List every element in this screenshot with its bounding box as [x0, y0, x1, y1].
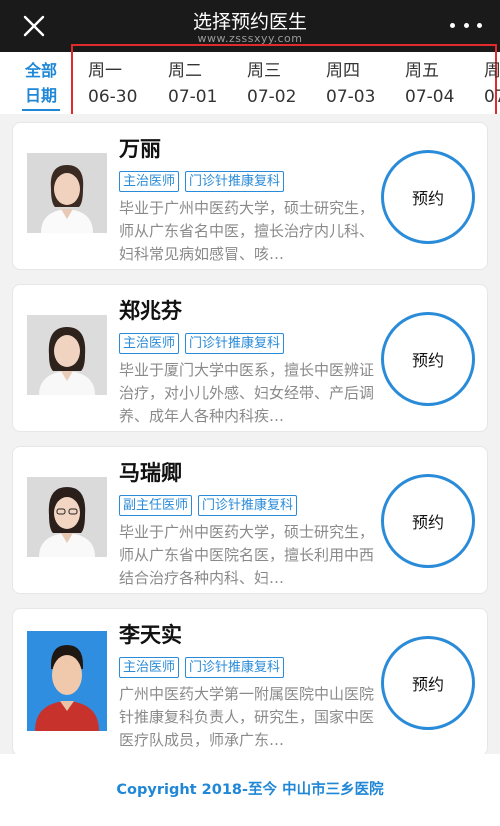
doctor-intro: 毕业于厦门大学中医系，擅长中医辨证治疗，对小儿外感、妇女经带、产后调养、成年人各… [119, 361, 375, 425]
date-tab-3[interactable]: 周四 07-03 [326, 58, 396, 110]
book-button[interactable]: 预约 [381, 312, 475, 406]
date-weekday: 周一 [88, 61, 122, 81]
title-badge: 主治医师 [119, 657, 180, 678]
doctor-tags: 主治医师 门诊针推康复科 [119, 171, 285, 192]
book-button[interactable]: 预约 [381, 636, 475, 730]
date-tab-1[interactable]: 周二 07-01 [168, 58, 238, 110]
book-button[interactable]: 预约 [381, 474, 475, 568]
doctor-photo [27, 477, 107, 557]
date-tab-2[interactable]: 周三 07-02 [247, 58, 317, 110]
doctor-intro: 广州中医药大学第一附属医院中山医院针推康复科负责人，研究生，国家中医医疗队成员，… [119, 685, 375, 749]
book-button[interactable]: 预约 [381, 150, 475, 244]
date-weekday: 周四 [326, 61, 360, 81]
date-value: 07-02 [247, 87, 297, 107]
doctor-photo [27, 153, 107, 233]
all-dates-label-1: 全部 [24, 61, 57, 80]
doctor-name: 李天实 [119, 623, 182, 647]
date-value: 06-30 [88, 87, 138, 107]
date-weekday: 周二 [168, 61, 202, 81]
title-badge: 主治医师 [119, 171, 180, 192]
dept-badge: 门诊针推康复科 [185, 657, 285, 678]
title-badge: 副主任医师 [119, 495, 193, 516]
tab-all-dates[interactable]: 全部 日期 [18, 58, 64, 111]
date-weekday: 周五 [405, 61, 439, 81]
doctor-list: 万丽 主治医师 门诊针推康复科 毕业于广州中医药大学，硕士研究生，师从广东省名中… [0, 114, 500, 754]
doctor-photo [27, 315, 107, 395]
date-value: 07-01 [168, 87, 218, 107]
doctor-card[interactable]: 万丽 主治医师 门诊针推康复科 毕业于广州中医药大学，硕士研究生，师从广东省名中… [12, 122, 488, 270]
doctor-card[interactable]: 郑兆芬 主治医师 门诊针推康复科 毕业于厦门大学中医系，擅长中医辨证治疗，对小儿… [12, 284, 488, 432]
dept-badge: 门诊针推康复科 [185, 333, 285, 354]
doctor-intro: 毕业于广州中医药大学，硕士研究生，师从广东省中医院名医，擅长利用中西结合治疗各种… [119, 523, 375, 587]
doctor-name: 郑兆芬 [119, 299, 182, 323]
date-value: 07 [484, 87, 500, 107]
date-weekday: 周 [484, 61, 500, 81]
title-badge: 主治医师 [119, 333, 180, 354]
copyright-text: Copyright 2018-至今 中山市三乡医院 [116, 782, 384, 798]
date-value: 07-03 [326, 87, 376, 107]
date-weekday: 周三 [247, 61, 281, 81]
dept-badge: 门诊针推康复科 [185, 171, 285, 192]
date-tab-4[interactable]: 周五 07-04 [405, 58, 475, 110]
doctor-card[interactable]: 李天实 主治医师 门诊针推康复科 广州中医药大学第一附属医院中山医院针推康复科负… [12, 608, 488, 754]
doctor-intro: 毕业于广州中医药大学，硕士研究生，师从广东省名中医，擅长治疗内儿科、妇科常见病如… [119, 199, 375, 263]
doctor-tags: 副主任医师 门诊针推康复科 [119, 495, 298, 516]
active-tab-underline [22, 109, 60, 111]
more-icon[interactable] [450, 14, 482, 36]
date-tab-0[interactable]: 周一 06-30 [88, 58, 158, 110]
doctor-name: 万丽 [119, 137, 161, 161]
all-dates-label-2: 日期 [24, 86, 57, 105]
date-tab-5[interactable]: 周 07 [484, 58, 500, 110]
footer: Copyright 2018-至今 中山市三乡医院 [0, 754, 500, 826]
doctor-tags: 主治医师 门诊针推康复科 [119, 333, 285, 354]
page-title: 选择预约医生 [192, 11, 307, 33]
doctor-name: 马瑞卿 [119, 461, 182, 485]
doctor-card[interactable]: 马瑞卿 副主任医师 门诊针推康复科 毕业于广州中医药大学，硕士研究生，师从广东省… [12, 446, 488, 594]
doctor-photo [27, 631, 107, 731]
dept-badge: 门诊针推康复科 [198, 495, 298, 516]
date-selector: 全部 日期 周一 06-30 周二 07-01 周三 07-02 周四 07-0… [0, 44, 500, 116]
doctor-tags: 主治医师 门诊针推康复科 [119, 657, 285, 678]
date-value: 07-04 [405, 87, 455, 107]
